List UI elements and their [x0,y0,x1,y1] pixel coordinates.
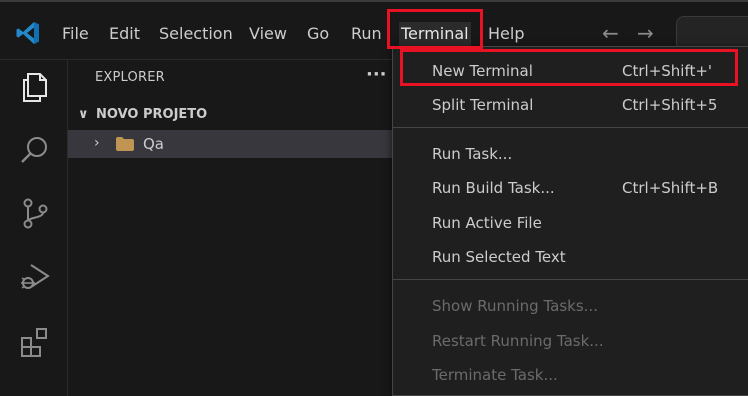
terminal-menu-dropdown: New Terminal Ctrl+Shift+' Split Terminal… [392,46,748,396]
search-icon[interactable] [18,133,52,167]
menu-file[interactable]: File [60,22,91,46]
explorer-sidebar: EXPLORER ··· ∨ NOVO PROJETO › Qa [68,60,392,396]
menu-view[interactable]: View [247,22,289,46]
menu-selection[interactable]: Selection [157,22,235,46]
folder-icon [116,137,134,151]
extensions-icon[interactable] [18,325,52,359]
menu-item-split-terminal[interactable]: Split Terminal Ctrl+Shift+5 [393,89,748,121]
explorer-icon[interactable] [18,70,52,104]
more-actions-icon[interactable]: ··· [366,64,387,85]
tree-item-qa[interactable]: › Qa [68,130,392,158]
menu-separator [393,279,748,280]
menu-item-run-selected-text[interactable]: Run Selected Text [393,241,748,273]
menu-item-run-build-task[interactable]: Run Build Task... Ctrl+Shift+B [393,172,748,204]
menu-run[interactable]: Run [349,22,384,46]
terminal-menu-highlight-box [387,9,483,49]
forward-arrow-icon[interactable]: → [637,22,654,44]
run-and-debug-icon[interactable] [18,259,52,293]
workspace-folder-name: NOVO PROJETO [96,107,208,122]
menu-item-show-running-tasks: Show Running Tasks... [393,290,748,322]
menu-item-shortcut: Ctrl+Shift+B [622,179,719,197]
menu-item-label: Split Terminal [432,96,534,114]
menu-item-label: Restart Running Task... [432,332,604,350]
menu-go[interactable]: Go [305,22,331,46]
back-arrow-icon[interactable]: ← [602,22,619,44]
activity-bar [0,60,68,396]
menu-edit[interactable]: Edit [107,22,142,46]
source-control-icon[interactable] [18,196,52,230]
menu-item-run-task[interactable]: Run Task... [393,138,748,170]
menu-item-terminate-task: Terminate Task... [393,359,748,391]
menu-item-label: Run Task... [432,145,513,163]
menu-help[interactable]: Help [486,22,526,46]
menu-item-label: Terminate Task... [432,366,558,384]
menu-item-label: Run Selected Text [432,248,566,266]
chevron-down-icon: ∨ [78,107,89,122]
menu-separator [393,127,748,128]
menu-item-shortcut: Ctrl+Shift+5 [622,96,718,114]
menu-item-label: Run Build Task... [432,179,555,197]
explorer-title: EXPLORER [95,70,165,85]
menu-item-restart-running-task: Restart Running Task... [393,325,748,357]
chevron-right-icon: › [94,135,100,151]
menu-item-run-active-file[interactable]: Run Active File [393,207,748,239]
vscode-logo-icon [16,22,39,44]
tree-item-label: Qa [143,135,164,153]
menu-item-label: Run Active File [432,214,542,232]
new-terminal-highlight-box [400,49,738,86]
workspace-folder-header[interactable]: ∨ NOVO PROJETO [78,107,207,122]
menu-item-label: Show Running Tasks... [432,297,598,315]
